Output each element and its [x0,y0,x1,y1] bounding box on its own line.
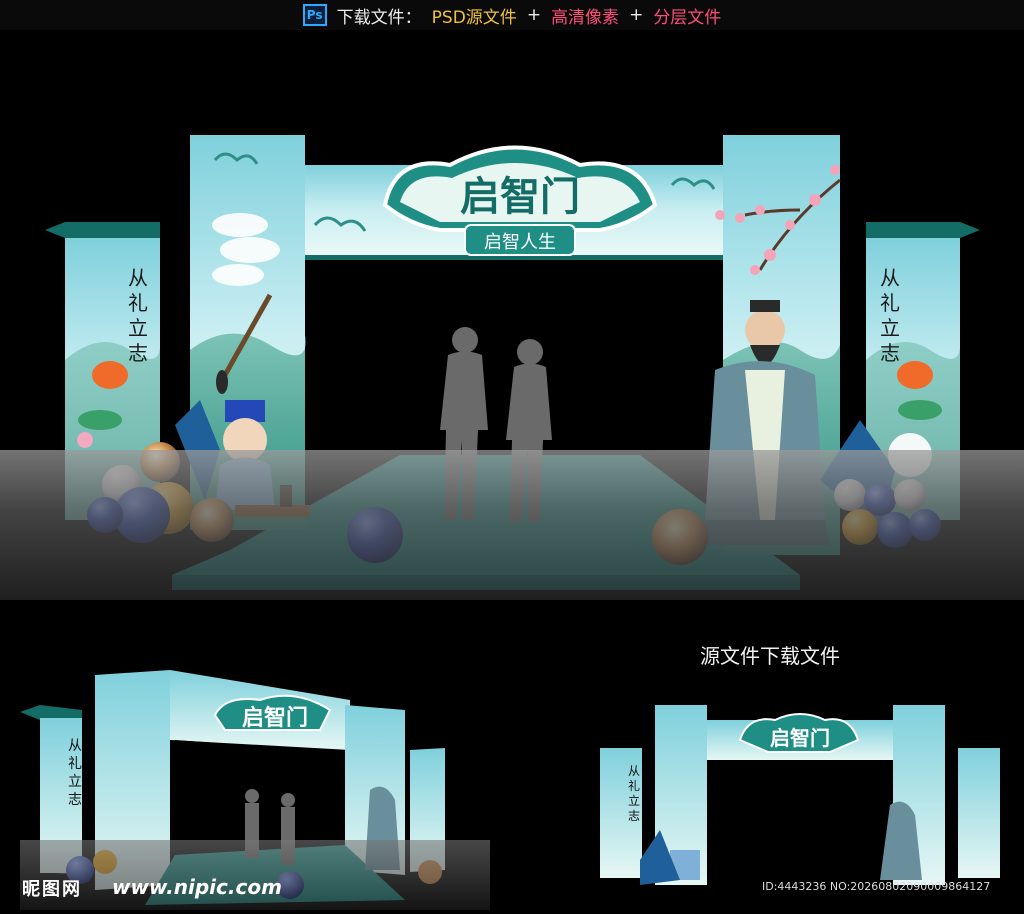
download-bar: Ps 下载文件： PSD源文件 + 高清像素 + 分层文件 [0,0,1024,30]
small2-side-4: 志 [628,809,640,823]
side-char-2: 礼 [128,291,148,315]
side-char-r1: 从 [880,266,900,290]
side-char-3: 立 [128,316,148,340]
small-side-2: 礼 [68,756,82,772]
small-title-2: 启智门 [770,726,830,750]
image-id: ID:4443236 NO:20260802090009864127 [762,880,991,893]
small-side-3: 立 [68,774,82,790]
side-char-r3: 立 [880,316,900,340]
small2-side-1: 从 [628,764,640,778]
small-title-1: 启智门 [242,705,308,731]
koi-fish [92,361,128,389]
side-char-r2: 礼 [880,291,900,315]
side-char-1: 从 [128,266,148,290]
download-prefix: 下载文件： [336,7,422,28]
small-side-1: 从 [68,738,82,754]
small2-side-2: 礼 [628,778,640,793]
plus-sign-2: + [629,5,644,25]
preview-area: 启智门 从 礼 立 志 启智门 从 礼 立 志 [0,600,1024,914]
arch-subtitle: 启智人生 [484,232,556,253]
floor-reflection [0,450,1024,600]
site-url: www.nipic.com [112,875,282,899]
main-render: 从 礼 立 志 从 礼 立 志 启智门 启智人生 [0,30,1024,600]
psd-label: PSD源文件 [431,7,517,28]
download-caption: 源文件下载文件 [700,644,840,668]
plus-sign: + [526,5,542,25]
small-side-4: 志 [68,792,82,808]
hd-label: 高清像素 [551,7,620,28]
arch-title: 启智门 [460,173,580,220]
layers-label: 分层文件 [653,7,722,28]
side-char-r4: 志 [880,341,900,365]
small2-side-3: 立 [628,793,640,808]
side-char-4: 志 [128,341,148,365]
site-logo: 昵图网 [22,879,82,900]
photoshop-icon: Ps [302,4,327,26]
flat-render: 启智门 从 礼 立 志 [600,705,1000,885]
